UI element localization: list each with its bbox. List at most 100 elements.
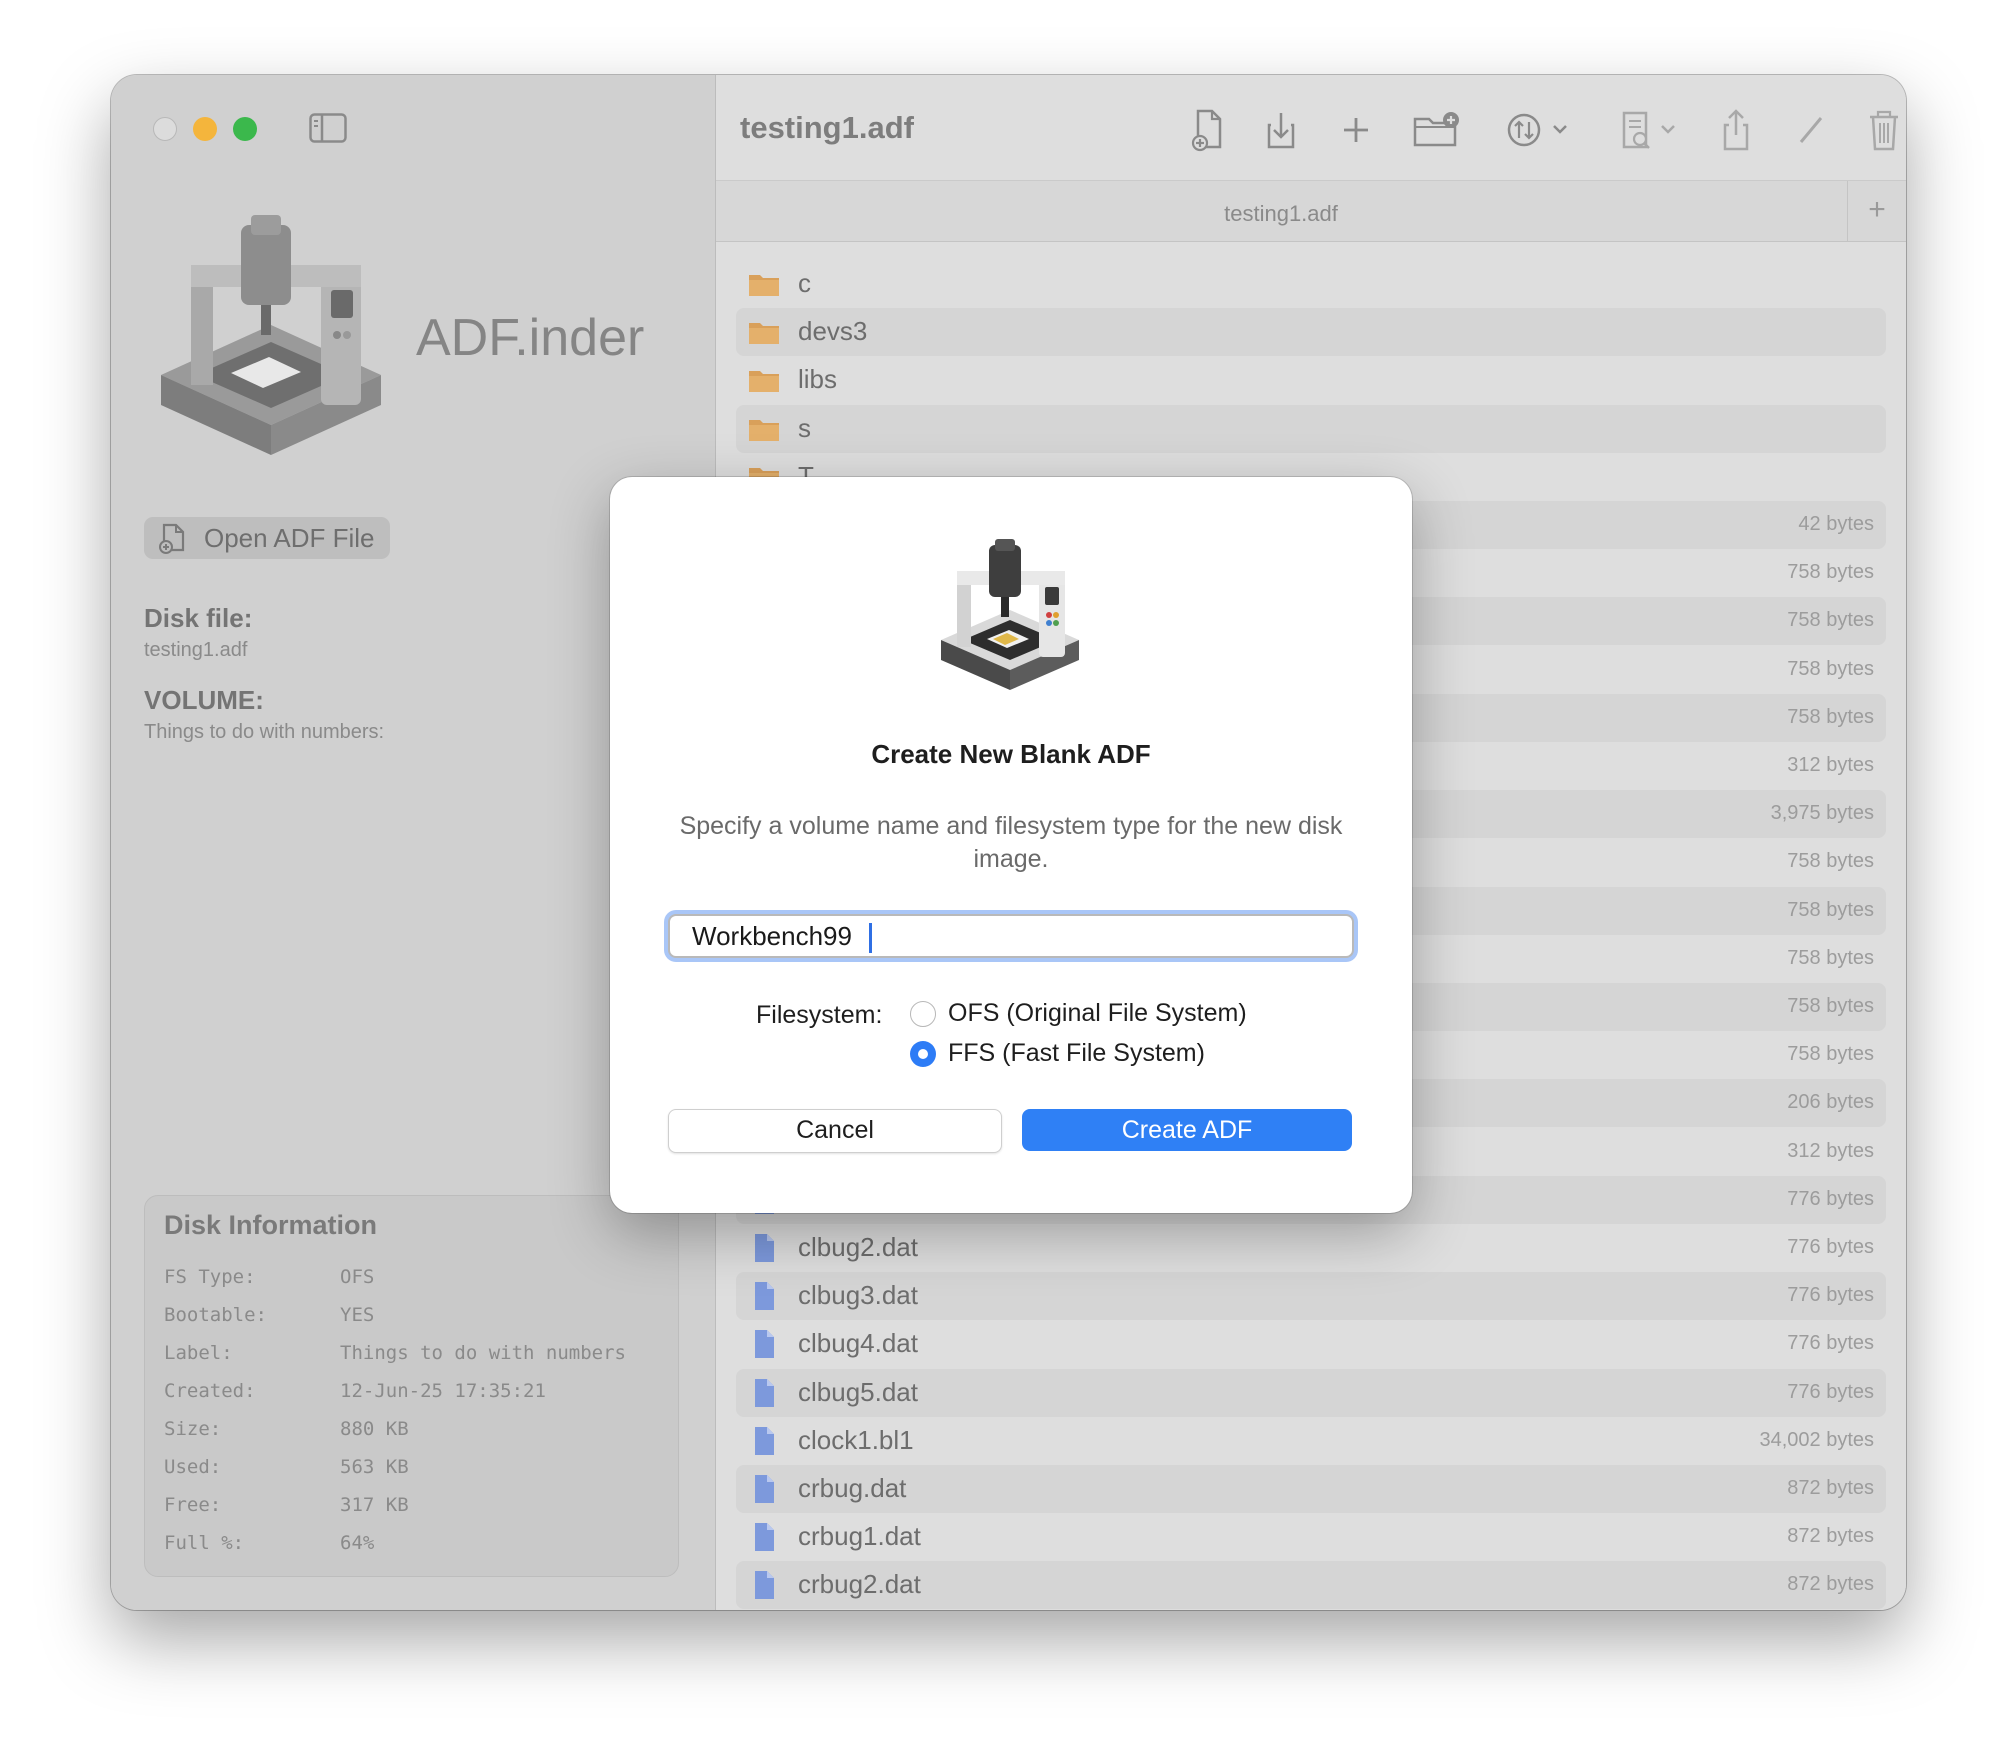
ofs-radio[interactable] [910, 1001, 936, 1027]
file-icon [755, 1378, 774, 1407]
info-key: FS Type: [164, 1266, 256, 1288]
file-size: 34,002 bytes [1759, 1428, 1874, 1451]
open-adf-button[interactable]: Open ADF File [144, 517, 390, 559]
info-key: Free: [164, 1494, 222, 1516]
file-row[interactable]: clbug2.dat 776 bytes [736, 1224, 1886, 1272]
info-key: Bootable: [164, 1304, 267, 1326]
trash-icon[interactable] [1864, 105, 1904, 155]
disk-file-value: testing1.adf [144, 639, 248, 661]
sidebar-toggle-icon[interactable] [309, 113, 347, 143]
open-adf-label: Open ADF File [204, 522, 375, 553]
file-icon [755, 1571, 774, 1600]
share-icon[interactable] [1716, 105, 1756, 155]
info-row-label: Label: Things to do with numbers [164, 1342, 626, 1364]
import-icon[interactable] [1261, 105, 1301, 155]
folder-row[interactable]: devs3 [736, 308, 1886, 357]
file-size: 758 bytes [1787, 657, 1874, 680]
info-value: 880 KB [340, 1418, 409, 1440]
new-folder-icon[interactable] [1411, 105, 1461, 155]
tab-testing1[interactable]: testing1.adf [716, 201, 1846, 227]
file-size: 776 bytes [1787, 1332, 1874, 1355]
info-row-created: Created: 12-Jun-25 17:35:21 [164, 1380, 546, 1402]
file-row[interactable]: clbug5.dat 776 bytes [736, 1368, 1886, 1417]
app-name: ADF.inder [416, 309, 645, 367]
file-row[interactable]: crbug1.dat 872 bytes [736, 1513, 1886, 1561]
create-adf-button[interactable]: Create ADF [1022, 1109, 1352, 1151]
info-key: Created: [164, 1380, 256, 1402]
file-size: 758 bytes [1787, 1043, 1874, 1066]
file-size: 872 bytes [1787, 1477, 1874, 1499]
folder-icon [749, 275, 779, 296]
info-key: Used: [164, 1456, 222, 1478]
info-value: OFS [340, 1266, 375, 1288]
file-size: 312 bytes [1787, 1139, 1874, 1162]
create-adf-dialog: Create New Blank ADF Specify a volume na… [610, 477, 1412, 1213]
file-size: 206 bytes [1787, 1091, 1874, 1114]
close-window-button[interactable] [153, 117, 177, 141]
file-row[interactable]: clock1.bl1 34,002 bytes [736, 1417, 1886, 1465]
ffs-radio[interactable] [910, 1041, 936, 1067]
volume-name-input[interactable] [668, 914, 1354, 958]
file-name: clbug4.dat [798, 1328, 918, 1359]
file-name: clbug3.dat [798, 1280, 918, 1311]
tab-bar: testing1.adf + [716, 180, 1906, 242]
file-name: libs [798, 364, 838, 395]
file-row[interactable]: clbug3.dat 776 bytes [736, 1272, 1886, 1321]
info-row-bootable: Bootable: YES [164, 1304, 374, 1326]
ofs-radio-label[interactable]: OFS (Original File System) [948, 999, 1247, 1028]
add-icon[interactable] [1336, 105, 1376, 155]
minimize-window-button[interactable] [193, 117, 217, 141]
folder-row[interactable]: libs [736, 356, 1886, 404]
info-value: 317 KB [340, 1494, 409, 1516]
file-row[interactable]: clbug4.dat 776 bytes [736, 1320, 1886, 1368]
disk-information-panel: Disk Information FS Type: OFS Bootable: YE… [144, 1195, 679, 1577]
file-row[interactable]: crbug.dat 872 bytes [736, 1465, 1886, 1513]
new-document-icon[interactable] [1188, 105, 1228, 155]
info-row-full-percent: Full %: 64% [164, 1532, 374, 1554]
ffs-radio-label[interactable]: FFS (Fast File System) [948, 1039, 1205, 1068]
folder-row[interactable]: s [736, 404, 1886, 453]
file-name: clock1.bl1 [798, 1424, 914, 1455]
file-size: 42 bytes [1798, 513, 1874, 535]
file-name: clbug2.dat [798, 1232, 918, 1262]
file-name: devs3 [798, 316, 868, 347]
file-name: s [798, 412, 811, 443]
volume-heading: VOLUME: [144, 685, 264, 715]
file-size: 776 bytes [1787, 1187, 1874, 1210]
file-icon [755, 1282, 774, 1311]
file-size: 776 bytes [1787, 1380, 1874, 1403]
preview-chevron-down-icon[interactable] [1658, 105, 1678, 155]
new-tab-button[interactable]: + [1847, 181, 1906, 241]
file-size: 758 bytes [1787, 705, 1874, 728]
file-icon [755, 1523, 774, 1552]
folder-icon [749, 323, 779, 345]
info-row-free: Free: 317 KB [164, 1494, 409, 1516]
dialog-message: Specify a volume name and filesystem typ… [679, 812, 1343, 873]
app-icon [941, 539, 1079, 690]
file-size: 312 bytes [1787, 754, 1874, 776]
sort-icon[interactable] [1504, 105, 1544, 155]
preview-icon[interactable] [1616, 105, 1656, 155]
sort-chevron-down-icon[interactable] [1550, 105, 1570, 155]
file-size: 758 bytes [1787, 561, 1874, 584]
rename-icon[interactable] [1791, 105, 1831, 155]
file-name: crbug1.dat [798, 1521, 921, 1552]
text-caret [869, 923, 872, 953]
zoom-window-button[interactable] [233, 117, 257, 141]
window-title: testing1.adf [740, 110, 914, 145]
file-icon [755, 1330, 774, 1359]
info-row-used: Used: 563 KB [164, 1456, 409, 1478]
app-icon [161, 215, 381, 455]
folder-icon [749, 371, 779, 393]
file-size: 872 bytes [1787, 1525, 1874, 1548]
disk-file-heading: Disk file: [144, 603, 253, 633]
file-row[interactable]: crbug2.dat 872 bytes [736, 1561, 1886, 1610]
file-name: clbug5.dat [798, 1376, 918, 1407]
folder-row[interactable]: c [736, 260, 1886, 308]
file-size: 872 bytes [1787, 1573, 1874, 1596]
cancel-button[interactable]: Cancel [668, 1109, 1002, 1153]
info-key: Full %: [164, 1532, 245, 1554]
info-value: YES [340, 1304, 375, 1326]
file-icon [755, 1426, 774, 1455]
filesystem-label: Filesystem: [756, 1001, 883, 1029]
